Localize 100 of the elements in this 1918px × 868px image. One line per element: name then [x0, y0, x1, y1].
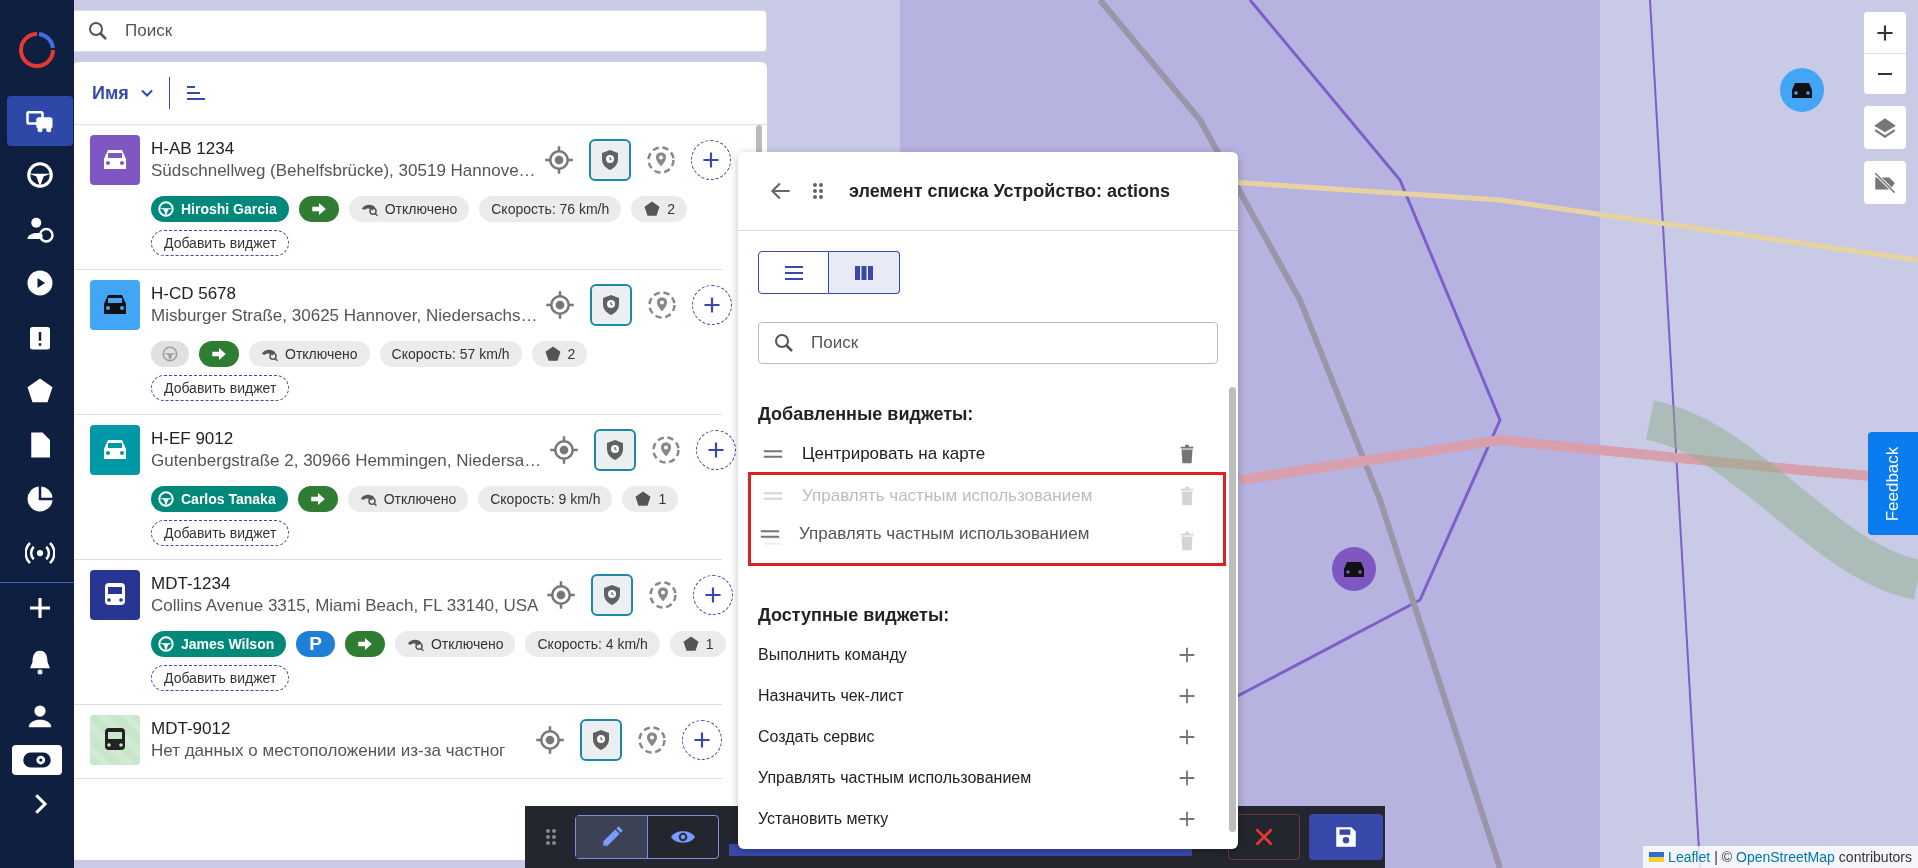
panel-title: элемент списка Устройство: actions: [849, 180, 1171, 202]
flag-icon: [1649, 852, 1665, 862]
sidebar-item[interactable]: [7, 96, 73, 146]
scrollbar[interactable]: [1229, 387, 1236, 832]
label-off-icon: [1872, 169, 1898, 196]
geofence-chip: 1: [622, 486, 679, 512]
hide-labels-button[interactable]: [1864, 161, 1906, 204]
drag-handle-icon[interactable]: [812, 182, 824, 200]
privacy-chip: Отключено: [348, 196, 470, 222]
sort-dropdown[interactable]: Имя: [92, 82, 169, 104]
steering-wheel-icon: [25, 160, 55, 190]
widget-label: Центрировать на карте: [802, 444, 987, 464]
search-field[interactable]: Поиск: [758, 322, 1218, 364]
vehicle-address: Gutenbergstraße 2, 30966 Hemmingen, Niedersa…: [151, 450, 542, 472]
drag-handle-icon[interactable]: [545, 828, 557, 846]
vehicle-plate: H-AB 1234: [151, 138, 236, 160]
shield-button[interactable]: [588, 139, 631, 181]
location-pin-icon[interactable]: [637, 725, 667, 755]
attribution-text: contributors: [1838, 849, 1912, 865]
locate-icon[interactable]: [549, 435, 580, 465]
add-widget-button[interactable]: Добавить виджет: [151, 665, 290, 691]
speed-chip: Скорость: 4 km/h: [525, 631, 660, 657]
shield-button[interactable]: [590, 284, 633, 326]
locate-icon[interactable]: [546, 580, 577, 610]
vehicle-address: Collins Avenue 3315, Miami Beach, FL 33140, USA: [151, 595, 539, 617]
arrow-right-icon: [308, 490, 327, 508]
shield-button[interactable]: [591, 574, 634, 616]
vehicle-plate: H-EF 9012: [151, 428, 235, 450]
locate-icon[interactable]: [535, 725, 565, 755]
feedback-tab[interactable]: Feedback: [1868, 432, 1918, 535]
vehicle-marker-icon[interactable]: [1780, 68, 1824, 112]
pie-chart-icon: [25, 484, 55, 514]
geofence-chip: 2: [531, 341, 588, 367]
location-pin-icon[interactable]: [645, 145, 676, 175]
vehicle-marker-icon[interactable]: [1332, 547, 1376, 591]
shield-button[interactable]: [580, 719, 622, 761]
widget-label: Управлять частным использованием: [802, 486, 1094, 506]
location-pin-icon[interactable]: [651, 435, 682, 465]
locate-icon[interactable]: [543, 145, 574, 175]
pentagon-icon: [543, 345, 562, 363]
speed-chip: Скорость: 9 km/h: [478, 486, 613, 512]
vehicle-address: Нет данных о местоположении из-за частног: [151, 740, 507, 762]
location-pin-icon[interactable]: [647, 290, 678, 320]
driver-chip[interactable]: James Wilson: [151, 631, 287, 657]
steering-wheel-icon: [157, 635, 175, 653]
driver-chip[interactable]: [151, 341, 189, 367]
privacy-chip: Отключено: [394, 631, 516, 657]
steering-wheel-icon: [161, 345, 179, 363]
layers-button[interactable]: [1864, 106, 1906, 149]
steering-wheel-icon: [157, 490, 175, 508]
leaflet-link[interactable]: Leaflet: [1668, 849, 1711, 865]
vehicle-plate: H-CD 5678: [151, 283, 238, 305]
pentagon-icon: [634, 490, 653, 508]
add-button[interactable]: [692, 285, 733, 325]
vehicle-plate: MDT-1234: [151, 573, 232, 595]
attribution-separator: | ©: [1714, 849, 1732, 865]
add-button[interactable]: [693, 575, 734, 615]
arrow-right-icon: [309, 200, 328, 218]
list-view-button[interactable]: [758, 251, 829, 294]
play-icon: [25, 268, 55, 298]
widget-label: Выполнить команду: [758, 645, 908, 664]
drag-handle-icon[interactable]: [762, 490, 784, 502]
cancel-button[interactable]: [1228, 814, 1300, 860]
add-widget-button[interactable]: Добавить виджет: [151, 520, 290, 546]
privacy-chip: Отключено: [249, 341, 370, 367]
openstreetmap-link[interactable]: OpenStreetMap: [1736, 849, 1835, 865]
vehicle-address: Südschnellweg (Behelfsbrücke), 30519 Hannove…: [151, 160, 536, 182]
search-field[interactable]: Поиск: [72, 10, 767, 52]
save-button[interactable]: [1309, 814, 1383, 860]
driver-chip[interactable]: Carlos Tanaka: [151, 486, 288, 512]
speed-chip: Скорость: 57 km/h: [379, 341, 522, 367]
widget-label: Назначить чек-лист: [758, 686, 905, 705]
location-pin-icon[interactable]: [648, 580, 679, 610]
privacy-chip: Отключено: [347, 486, 469, 512]
drag-handle-icon: [759, 528, 781, 540]
locate-icon[interactable]: [545, 290, 576, 320]
driver-chip[interactable]: Hiroshi Garcia: [151, 196, 289, 222]
parking-chip: P: [296, 631, 335, 657]
arrow-right-icon: [355, 635, 374, 653]
add-button[interactable]: [682, 720, 722, 760]
shield-button[interactable]: [594, 429, 637, 471]
arrow-right-icon: [210, 345, 228, 363]
geofence-chip: 1: [669, 631, 726, 657]
columns-view-button[interactable]: [829, 251, 900, 294]
add-button[interactable]: [696, 430, 737, 470]
pentagon-icon: [681, 635, 700, 653]
drag-handle-icon[interactable]: [762, 448, 784, 460]
widget-label: Управлять частным использованием: [758, 768, 1033, 787]
add-widget-button[interactable]: Добавить виджет: [151, 375, 290, 401]
widget-label: Установить метку: [758, 809, 890, 828]
pentagon-icon: [643, 200, 662, 218]
section-heading: Доступные виджеты:: [758, 605, 951, 626]
section-heading: Добавленные виджеты:: [758, 404, 975, 425]
settings-button[interactable]: [12, 745, 62, 775]
minus-icon: [1878, 73, 1892, 75]
add-widget-button[interactable]: Добавить виджет: [151, 230, 290, 256]
edit-mode-button[interactable]: [576, 816, 647, 858]
logo-icon: [17, 30, 57, 70]
speed-chip: Скорость: 76 km/h: [479, 196, 622, 222]
vehicle-plate: MDT-9012: [151, 718, 232, 740]
